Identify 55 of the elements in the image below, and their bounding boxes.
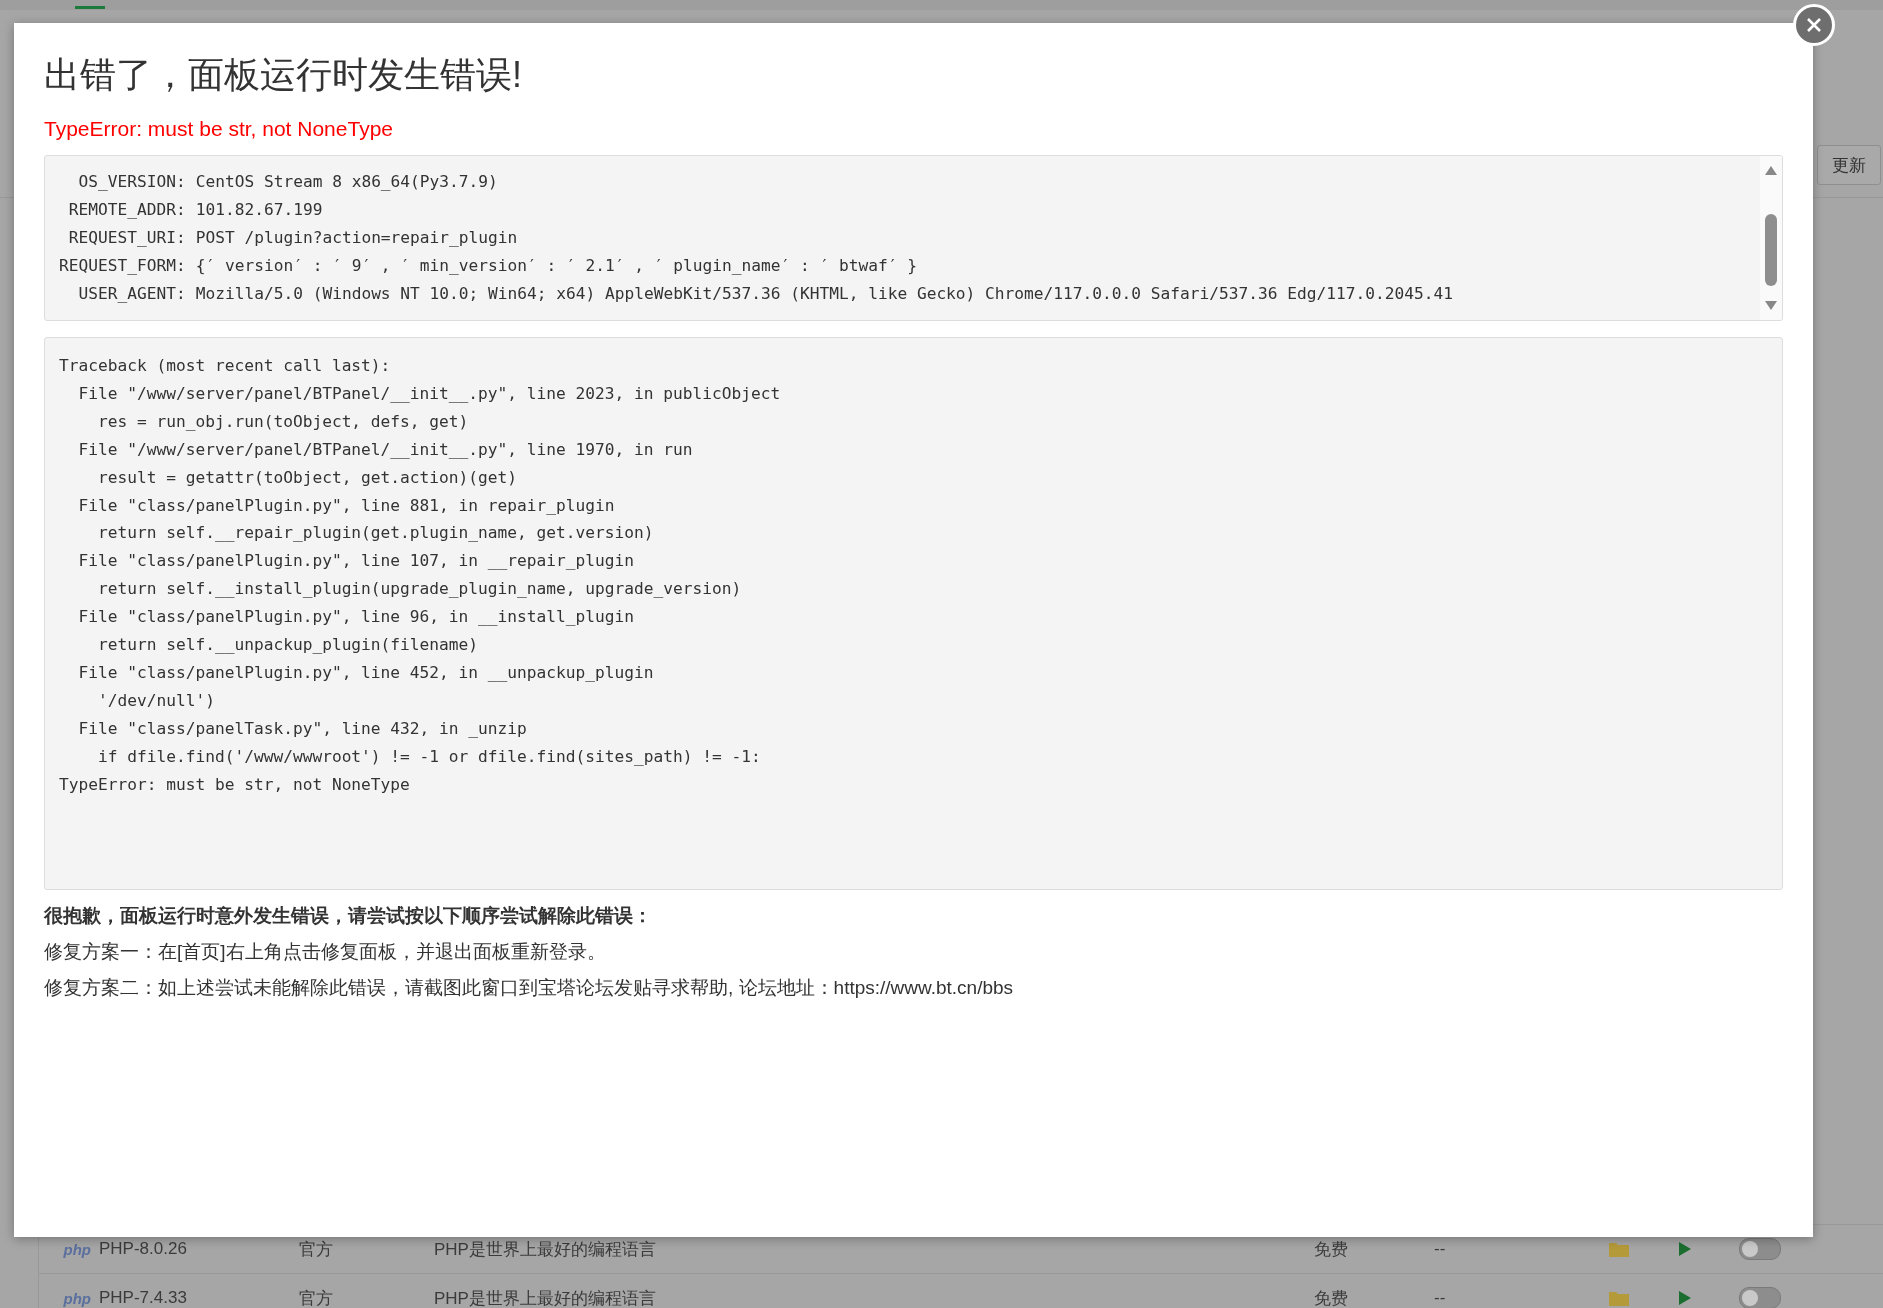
plugin-expiry: -- [1434,1288,1447,1308]
info-value: {′ version′ : ′ 9′ , ′ min_version′ : ′ 2.1′ , ′ plugin_name′ : ′ btwaf′ } [195,255,918,277]
scrollbar-thumb[interactable] [1765,214,1777,286]
traceback-line: return self.__install_plugin(upgrade_plugin_name, upgrade_version) [96,578,743,601]
scroll-up-icon[interactable] [1765,166,1777,175]
scrollbar[interactable] [1760,156,1782,320]
close-icon[interactable] [1806,17,1822,33]
play-icon[interactable] [1679,1291,1691,1305]
php-logo: php [63,1289,91,1307]
fix-instruction: 修复方案一：在[首页]右上角点击修复面板，并退出面板重新登录。 [44,940,607,964]
plugin-source: 官方 [299,1287,334,1308]
traceback-line: File "class/panelTask.py", line 432, in _unzip [77,717,528,740]
info-key: USER_AGENT: [59,280,186,308]
traceback-line: return self.__repair_plugin(get.plugin_name, get.version) [96,522,655,545]
traceback-line: '/dev/null') [96,689,216,712]
traceback-line: Traceback (most recent call last): [59,355,392,377]
traceback-line: return self.__unpackup_plugin(filename) [96,634,480,657]
info-key: OS_VERSION: [59,168,186,196]
plugin-expiry: -- [1434,1239,1447,1259]
help-heading: 很抱歉，面板运行时意外发生错误，请尝试按以下顺序尝试解除此错误： [44,904,653,928]
plugin-price: 免费 [1314,1238,1349,1261]
info-value: CentOS Stream 8 x86_64(Py3.7.9) [195,171,499,193]
info-value: POST /plugin?action=repair_plugin [195,227,519,249]
scroll-down-icon[interactable] [1765,301,1777,310]
update-button[interactable]: 更新 [1817,145,1881,185]
plugin-description: PHP是世界上最好的编程语言 [434,1287,657,1308]
plugin-name: PHP-7.4.33 [99,1288,188,1308]
forum-link[interactable]: https://www.bt.cn/bbs [833,977,1014,998]
fix-instruction: 修复方案二：如上述尝试未能解除此错误，请截图此窗口到宝塔论坛发贴寻求帮助, 论坛地址：https://www.bt.cn/bbs [44,976,1015,1000]
traceback-line: File "/www/server/panel/BTPanel/__init__.py", line 1970, in run [77,438,694,461]
traceback-line: TypeError: must be str, not NoneType [59,773,411,796]
dialog-title: 出错了，面板运行时发生错误! [44,53,523,97]
traceback-line: result = getattr(toObject, get.action)(get) [96,466,519,489]
traceback-line: File "class/panelPlugin.py", line 452, in __unpackup_plugin [77,661,655,684]
traceback-line: File "class/panelPlugin.py", line 107, in __repair_plugin [77,550,635,573]
info-value: Mozilla/5.0 (Windows NT 10.0; Win64; x64) AppleWebKit/537.36 (KHTML, like Gecko) Chrome/117.0.0.0 Safari/537.36 Edg/117.0.2045.41 [195,283,1454,305]
toggle-switch[interactable] [1739,1238,1781,1260]
error-message: TypeError: must be str, not NoneType [44,117,394,141]
info-key: REMOTE_ADDR: [59,196,186,224]
play-icon[interactable] [1679,1242,1691,1256]
traceback-line: File "class/panelPlugin.py", line 96, in __install_plugin [77,606,635,629]
traceback-line: res = run_obj.run(toObject, defs, get) [96,410,470,433]
traceback-line: if dfile.find('/www/wwwroot') != -1 or dfile.find(sites_path) != -1: [96,745,762,768]
plugin-description: PHP是世界上最好的编程语言 [434,1238,657,1261]
info-key: REQUEST_FORM: [59,252,186,280]
active-tab-indicator [75,6,105,9]
plugin-source: 官方 [299,1238,334,1261]
info-value: 101.82.67.199 [195,199,324,221]
info-key: REQUEST_URI: [59,224,186,252]
traceback-line: File "/www/server/panel/BTPanel/__init__.py", line 2023, in publicObject [77,382,782,405]
toggle-switch[interactable] [1739,1287,1781,1308]
plugin-name: PHP-8.0.26 [99,1239,188,1259]
php-logo: php [63,1240,91,1258]
plugin-price: 免费 [1314,1287,1349,1308]
traceback-line: File "class/panelPlugin.py", line 881, in repair_plugin [77,494,616,517]
